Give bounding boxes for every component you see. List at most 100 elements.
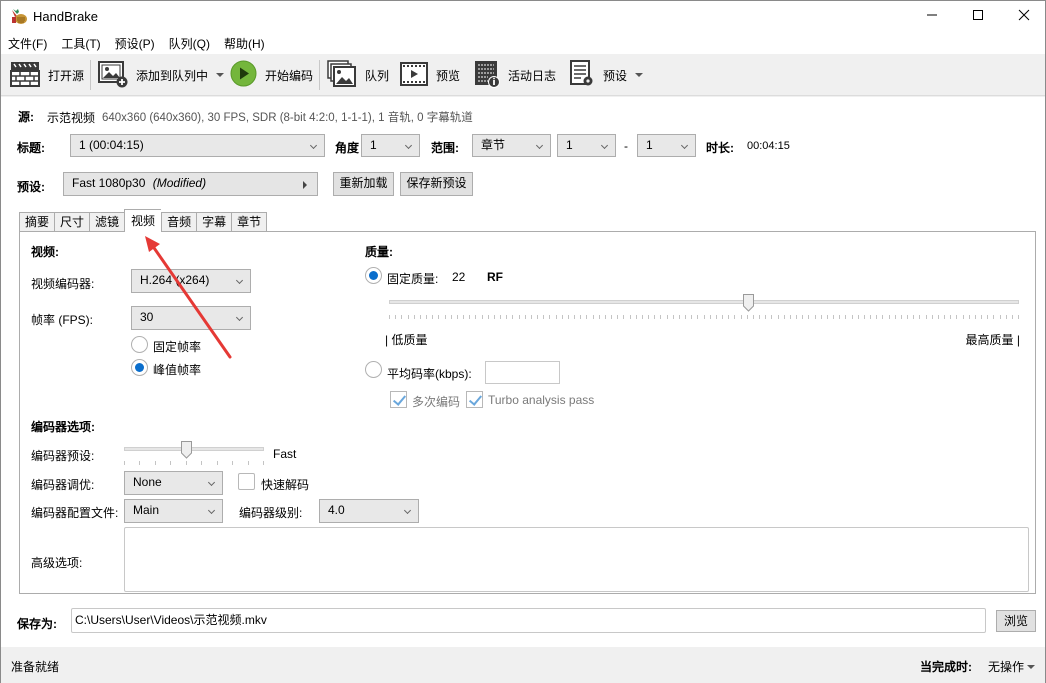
queue-button[interactable]: 队列 (327, 59, 390, 91)
duration-label: 时长: (706, 141, 734, 155)
preset-name: Fast 1080p30 (72, 176, 146, 190)
duration-value: 00:04:15 (747, 140, 790, 152)
multipass-label: 多次编码 (412, 395, 461, 409)
encoder-options-heading: 编码器选项: (31, 420, 95, 434)
title-select[interactable]: 1 (00:04:15) (70, 134, 325, 157)
encoder-profile-label: 编码器配置文件: (31, 506, 119, 520)
tab-video[interactable]: 视频 (124, 209, 162, 232)
encoder-tune-label: 编码器调优: (31, 478, 95, 492)
close-button[interactable] (1001, 1, 1046, 32)
chevron-down-icon (680, 141, 689, 150)
tab-summary[interactable]: 摘要 (19, 212, 55, 232)
encoder-preset-value: Fast (273, 447, 297, 461)
add-to-queue-button[interactable]: 添加到队列中 (98, 60, 225, 90)
menu-file[interactable]: 文件(F) (8, 35, 47, 52)
save-as-label: 保存为: (17, 617, 57, 631)
chevron-down-icon (207, 478, 216, 487)
clapperboard-icon (10, 61, 40, 90)
constant-quality-radio[interactable] (365, 267, 382, 284)
video-encoder-label: 视频编码器: (31, 277, 95, 291)
high-quality-label: 最高质量 | (965, 333, 1020, 347)
quality-slider-thumb[interactable] (742, 294, 754, 312)
minimize-button[interactable] (909, 1, 955, 32)
encoder-level-select[interactable]: 4.0 (319, 499, 419, 523)
when-done-value: 无操作 (988, 660, 1025, 674)
avg-bitrate-input[interactable] (485, 361, 560, 384)
video-section-heading: 视频: (31, 245, 59, 259)
open-source-label: 打开源 (48, 68, 85, 83)
tab-bar: 摘要 尺寸 滤镜 视频 音频 字幕 章节 (19, 209, 268, 232)
chevron-down-icon (309, 141, 318, 150)
presets-button[interactable]: 预设 (569, 59, 644, 90)
activity-log-button[interactable]: 活动日志 (474, 60, 556, 90)
video-encoder-value: H.264 (x264) (140, 273, 210, 287)
queue-images-icon (327, 59, 357, 91)
quality-slider-track[interactable] (389, 300, 1019, 304)
queue-label: 队列 (365, 68, 390, 83)
save-new-preset-button[interactable]: 保存新预设 (400, 172, 473, 196)
encoder-profile-select[interactable]: Main (124, 499, 223, 523)
range-separator: - (624, 139, 628, 153)
title-bar: HandBrake (1, 1, 1045, 32)
encoder-preset-slider-track[interactable] (124, 447, 264, 451)
tab-filters[interactable]: 滤镜 (89, 212, 125, 232)
multipass-checkbox[interactable] (390, 391, 407, 408)
menu-presets[interactable]: 预设(P) (115, 35, 155, 52)
encoder-tune-value: None (133, 475, 162, 489)
add-to-queue-label: 添加到队列中 (136, 68, 209, 83)
toolbar-separator (90, 60, 91, 90)
preset-selector[interactable]: Fast 1080p30 (Modified) (63, 172, 318, 196)
quality-section-heading: 质量: (365, 245, 393, 259)
range-end-select[interactable]: 1 (637, 134, 696, 157)
framerate-select[interactable]: 30 (131, 306, 251, 330)
tab-dimensions[interactable]: 尺寸 (54, 212, 90, 232)
menu-help[interactable]: 帮助(H) (224, 35, 265, 52)
add-to-queue-dropdown-icon[interactable] (216, 73, 225, 77)
menu-tools[interactable]: 工具(T) (61, 35, 100, 52)
save-path-input[interactable]: C:\Users\User\Videos\示范视频.mkv (71, 608, 986, 633)
presets-dropdown-icon[interactable] (635, 73, 644, 77)
menu-queue[interactable]: 队列(Q) (169, 35, 210, 52)
source-label: 源: (18, 110, 34, 124)
framerate-label: 帧率 (FPS): (31, 313, 93, 327)
range-type-select[interactable]: 章节 (472, 134, 551, 157)
framerate-value: 30 (140, 310, 154, 324)
tab-chapters[interactable]: 章节 (231, 212, 268, 232)
minimize-icon (926, 9, 938, 24)
range-start-select[interactable]: 1 (557, 134, 616, 157)
browse-button[interactable]: 浏览 (996, 610, 1036, 632)
tab-subtitles[interactable]: 字幕 (196, 212, 232, 232)
range-end-value: 1 (646, 138, 653, 152)
when-done-dropdown[interactable]: 无操作 (988, 658, 1036, 675)
constant-framerate-radio[interactable] (131, 336, 148, 353)
video-encoder-select[interactable]: H.264 (x264) (131, 269, 251, 293)
encoder-preset-slider-ticks (124, 461, 264, 465)
reload-preset-button[interactable]: 重新加载 (333, 172, 394, 196)
peak-framerate-radio[interactable] (131, 359, 148, 376)
avg-bitrate-radio[interactable] (365, 361, 382, 378)
quality-value: 22 (452, 270, 466, 284)
encoder-level-label: 编码器级别: (239, 506, 303, 520)
tab-audio[interactable]: 音频 (161, 212, 197, 232)
fast-decode-checkbox[interactable] (238, 473, 255, 490)
start-encode-button[interactable]: 开始编码 (230, 60, 313, 90)
advanced-options-textarea[interactable] (124, 527, 1029, 592)
play-icon (230, 60, 257, 90)
preview-button[interactable]: 预览 (400, 60, 460, 90)
encoder-level-value: 4.0 (328, 503, 345, 517)
quality-unit: RF (487, 270, 503, 284)
range-start-value: 1 (566, 138, 573, 152)
angle-select[interactable]: 1 (361, 134, 420, 157)
start-encode-label: 开始编码 (265, 68, 314, 83)
maximize-button[interactable] (955, 1, 1001, 32)
activity-log-label: 活动日志 (508, 68, 557, 83)
video-tab-panel: 视频: 视频编码器: H.264 (x264) 帧率 (FPS): 30 固定帧… (19, 231, 1036, 594)
turbo-checkbox[interactable] (466, 391, 483, 408)
encoder-preset-slider-thumb[interactable] (180, 441, 192, 459)
encoder-tune-select[interactable]: None (124, 471, 223, 495)
open-source-button[interactable]: 打开源 (10, 60, 84, 90)
chevron-down-icon (1027, 664, 1036, 669)
angle-select-value: 1 (370, 138, 377, 152)
chevron-down-icon (600, 141, 609, 150)
toolbar-separator (319, 60, 320, 90)
